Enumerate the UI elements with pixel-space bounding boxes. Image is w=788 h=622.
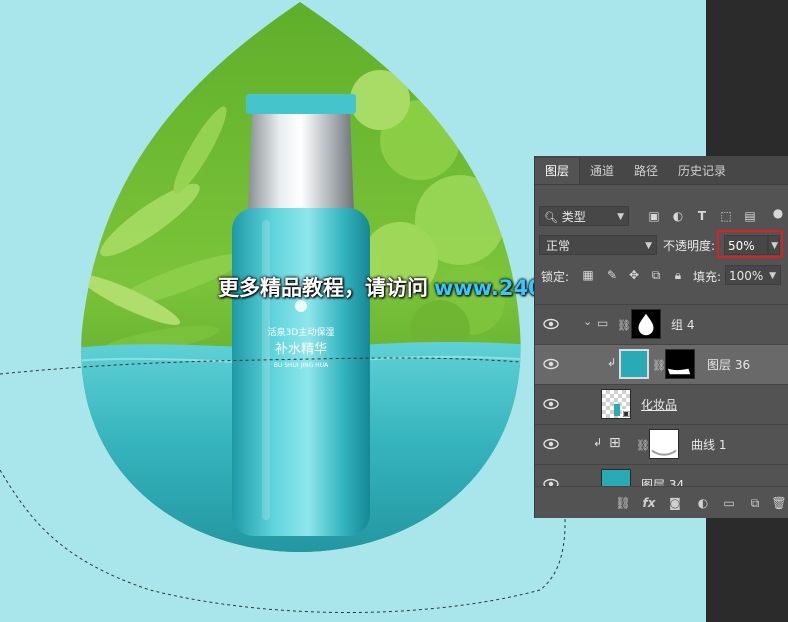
eye-icon[interactable]	[543, 358, 559, 370]
lock-transparent-icon[interactable]: ▦	[581, 268, 595, 282]
layer-mask-thumbnail[interactable]	[631, 309, 661, 339]
layer-name: 化妆品	[641, 398, 678, 412]
folder-icon: ▭	[597, 316, 609, 330]
layer-mask-thumbnail[interactable]	[665, 349, 695, 379]
opacity-input[interactable]: 50%	[724, 235, 768, 255]
fill-value: 100%	[729, 269, 764, 283]
curves-adjustment-icon: ⊞	[609, 435, 621, 451]
layer-filter-select[interactable]: 🔍︎ 类型 ▼	[539, 206, 629, 226]
link-icon: ⛓	[617, 319, 631, 332]
clipping-arrow-icon: ↲	[607, 356, 617, 369]
link-icon: ⛓	[652, 359, 666, 372]
tab-history[interactable]: 历史记录	[668, 158, 736, 184]
layer-name: 曲线 1	[691, 438, 727, 452]
new-adjustment-icon[interactable]: ◐	[695, 495, 711, 511]
link-icon: ⛓	[636, 439, 650, 452]
product-line3: BU SHUI JING HUA	[274, 362, 329, 369]
product-line1: 活泉3D主动保湿	[268, 326, 335, 338]
clipping-arrow-icon: ↲	[593, 436, 603, 449]
product-line2: 补水精华	[275, 342, 327, 357]
lock-artboard-icon[interactable]: ⧉	[649, 268, 663, 282]
tab-channels[interactable]: 通道	[580, 158, 624, 184]
filter-toggle-icon[interactable]: ●	[771, 206, 785, 220]
image-filter-icon[interactable]: ▣	[647, 209, 661, 223]
panel-tabs: 图层 通道 路径 历史记录	[535, 156, 788, 185]
tab-layers[interactable]: 图层	[535, 158, 581, 184]
chevron-down-icon: ▼	[769, 271, 776, 281]
fx-icon[interactable]: fx	[641, 495, 657, 511]
layer-name: 图层 36	[707, 358, 751, 372]
link-layers-icon[interactable]: ⛓	[615, 495, 631, 511]
chevron-down-icon: ▼	[617, 212, 624, 222]
chevron-down-icon[interactable]: ⌄	[583, 315, 592, 328]
layers-panel: 图层 通道 路径 历史记录 🔍︎ 类型 ▼ ▣ ◐ T ⬚ ▤ ● 正常 ▼ 不…	[534, 156, 788, 518]
layer-row-layer-36[interactable]: ↲ ⛓ 图层 36	[535, 344, 788, 384]
opacity-dropdown-button[interactable]: ▼	[768, 235, 780, 255]
product-bottle	[232, 94, 370, 536]
layers-panel-footer: ⛓ fx ◙ ◐ ▭ ⧉ 🗑︎	[535, 486, 788, 518]
filter-kind-label: 类型	[561, 210, 586, 224]
chevron-down-icon: ▼	[645, 241, 652, 251]
layer-mask-thumbnail[interactable]	[649, 429, 679, 459]
smart-object-filter-icon[interactable]: ▤	[743, 209, 757, 223]
type-filter-icon[interactable]: T	[695, 209, 709, 223]
tab-paths[interactable]: 路径	[624, 158, 668, 184]
eye-icon[interactable]	[543, 318, 559, 330]
eye-icon[interactable]	[543, 438, 559, 450]
blend-mode-value: 正常	[546, 239, 571, 253]
fill-label: 填充:	[693, 270, 722, 284]
search-icon: 🔍︎	[544, 211, 558, 224]
lock-position-icon[interactable]: ✥	[627, 268, 641, 282]
opacity-value: 50%	[728, 239, 755, 253]
trash-icon[interactable]: 🗑︎	[771, 495, 787, 511]
smart-object-icon: ▣	[622, 409, 630, 418]
fill-input[interactable]: 100% ▼	[725, 265, 781, 285]
adjustment-filter-icon[interactable]: ◐	[671, 209, 685, 223]
layer-name: 组 4	[671, 318, 695, 332]
add-mask-icon[interactable]: ◙	[667, 495, 683, 511]
new-group-icon[interactable]: ▭	[721, 495, 737, 511]
layer-thumbnail[interactable]	[619, 349, 649, 379]
layer-row-cosmetic[interactable]: ▣ 化妆品	[535, 384, 788, 424]
eye-icon[interactable]	[543, 398, 559, 410]
chevron-down-icon: ▼	[771, 241, 778, 251]
watermark-text: 更多精品教程，请访问	[218, 276, 428, 300]
shape-filter-icon[interactable]: ⬚	[719, 209, 733, 223]
opacity-label: 不透明度:	[663, 239, 716, 253]
layer-row-group-4[interactable]: ⌄ ▭ ⛓ 组 4	[535, 304, 788, 344]
layer-row-curves-1[interactable]: ↲ ⊞ ⛓ 曲线 1	[535, 424, 788, 464]
blend-mode-select[interactable]: 正常 ▼	[539, 235, 657, 255]
lock-label: 锁定:	[541, 270, 570, 284]
lock-image-icon[interactable]: ✎	[605, 268, 619, 282]
lock-all-icon[interactable]: 🔒︎	[671, 268, 685, 282]
new-layer-icon[interactable]: ⧉	[747, 495, 763, 511]
layer-thumbnail[interactable]: ▣	[601, 389, 631, 419]
